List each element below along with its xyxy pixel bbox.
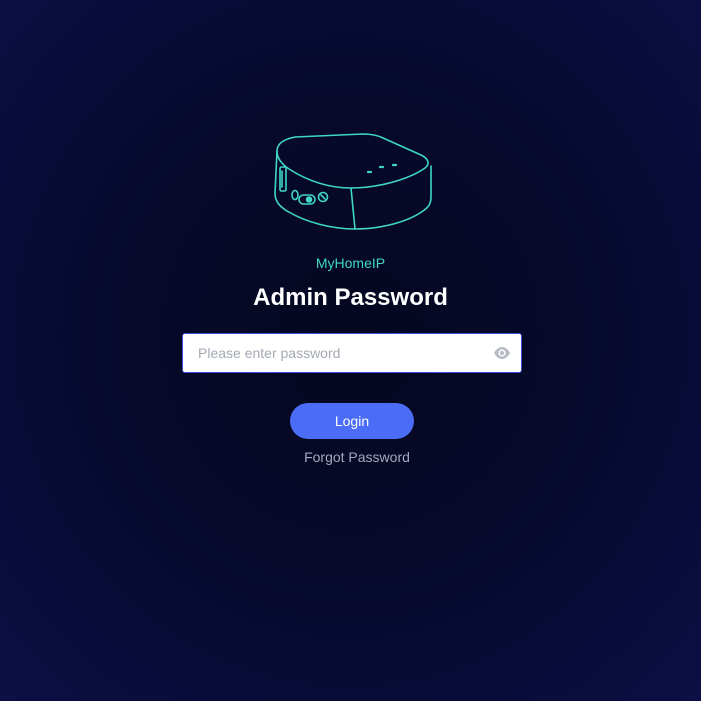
login-button[interactable]: Login	[290, 403, 414, 439]
page-title: Admin Password	[253, 284, 448, 311]
brand-name: MyHomeIP	[315, 255, 386, 271]
login-page: MyHomeIP Admin Password Login Forgot Pas…	[0, 0, 701, 701]
forgot-password-link[interactable]: Forgot Password	[0, 449, 701, 465]
eye-icon[interactable]	[493, 345, 511, 361]
password-field	[182, 333, 522, 373]
password-input[interactable]	[183, 334, 483, 372]
router-icon	[271, 131, 433, 233]
